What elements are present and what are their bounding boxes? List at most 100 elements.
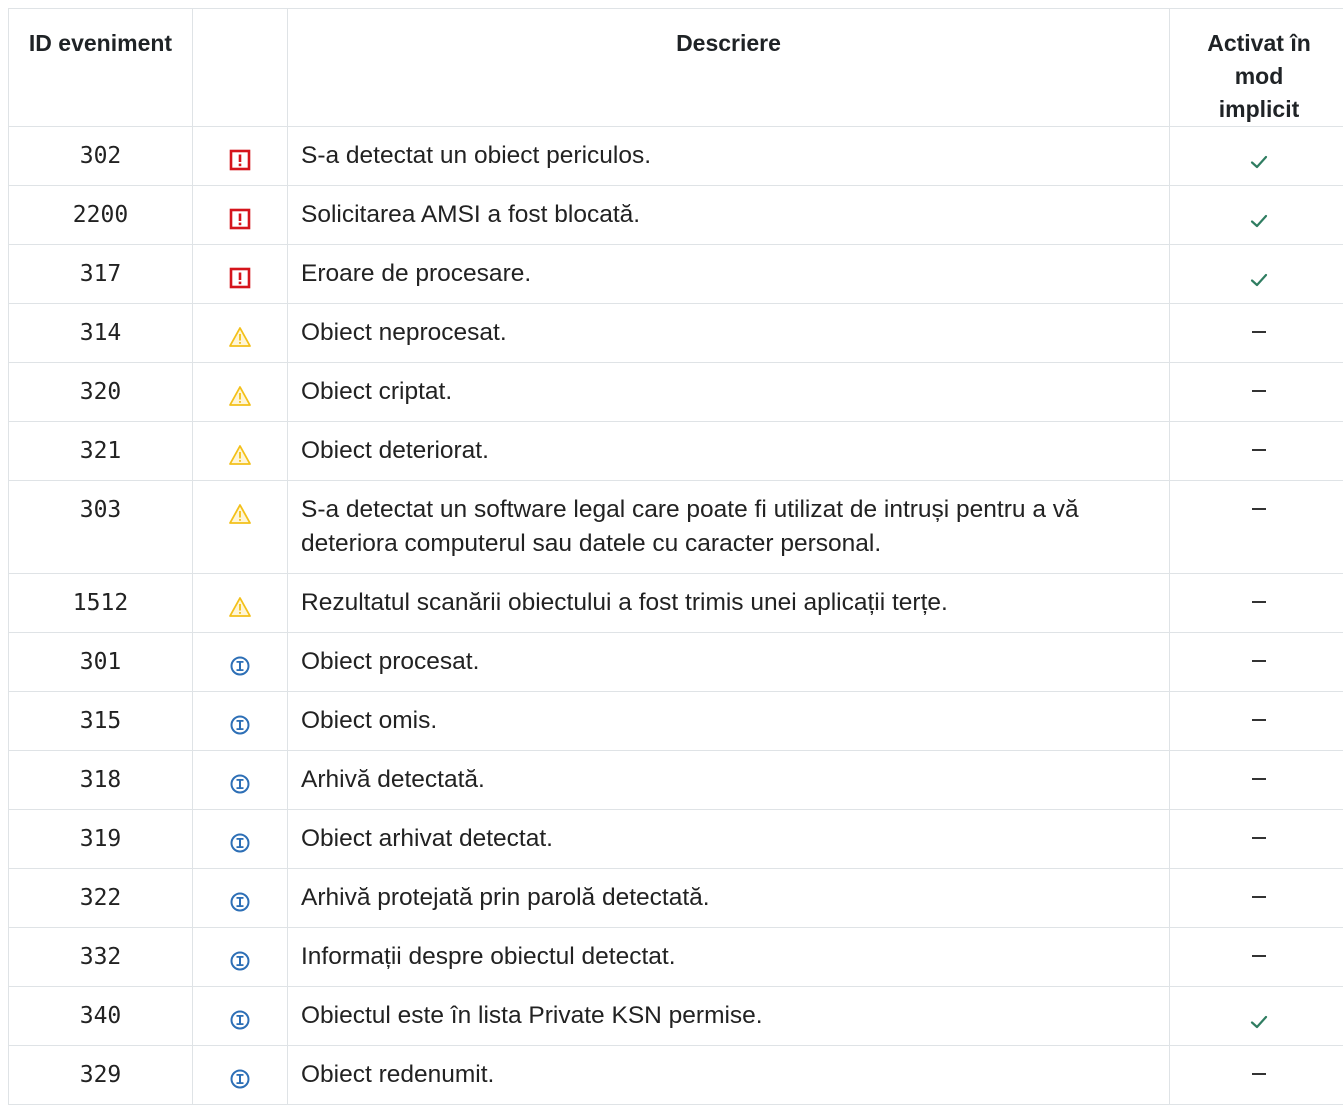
header-description: Descriere [288, 9, 1170, 127]
dash-icon [1252, 955, 1266, 957]
event-id-cell: 315 [9, 692, 193, 751]
checkmark-icon [1249, 154, 1269, 170]
event-id-cell: 318 [9, 751, 193, 810]
enabled-default-cell [1170, 363, 1343, 422]
enabled-default-cell [1170, 928, 1343, 987]
severity-cell [193, 928, 288, 987]
severity-cell [193, 1046, 288, 1105]
checkmark-icon [1249, 1014, 1269, 1030]
event-id-cell: 321 [9, 422, 193, 481]
warning-icon [228, 502, 252, 526]
description-cell: Solicitarea AMSI a fost blocată. [288, 186, 1170, 245]
description-cell: S-a detectat un software legal care poat… [288, 481, 1170, 574]
table-row: 303 S-a detectat un software legal care p… [9, 481, 1343, 574]
enabled-default-cell [1170, 633, 1343, 692]
dash-icon [1252, 601, 1266, 603]
description-cell: Obiect arhivat detectat. [288, 810, 1170, 869]
table-row: 329 Obiect redenumit. [9, 1046, 1343, 1105]
description-cell: Obiect criptat. [288, 363, 1170, 422]
table-row: 314 Obiect neprocesat. [9, 304, 1343, 363]
enabled-default-cell [1170, 692, 1343, 751]
table-row: 302S-a detectat un obiect periculos. [9, 127, 1343, 186]
table-row: 319 Obiect arhivat detectat. [9, 810, 1343, 869]
header-icon [193, 9, 288, 127]
table-row: 315Obiect omis. [9, 692, 1343, 751]
critical-icon [228, 266, 252, 290]
event-id-cell: 2200 [9, 186, 193, 245]
table-row: 332Informații despre obiectul detectat. [9, 928, 1343, 987]
severity-cell [193, 751, 288, 810]
info-icon [228, 713, 252, 737]
dash-icon [1252, 778, 1266, 780]
info-icon [228, 890, 252, 914]
dash-icon [1252, 508, 1266, 510]
event-id-cell: 301 [9, 633, 193, 692]
severity-cell [193, 127, 288, 186]
info-icon [228, 831, 252, 855]
dash-icon [1252, 837, 1266, 839]
warning-icon [228, 384, 252, 408]
description-cell: Arhivă protejată prin parolă detectată. [288, 869, 1170, 928]
dash-icon [1252, 660, 1266, 662]
severity-cell [193, 363, 288, 422]
description-cell: Obiect neprocesat. [288, 304, 1170, 363]
info-icon [228, 1067, 252, 1091]
table-row: 1512Rezultatul scanării obiectului a fos… [9, 574, 1343, 633]
event-id-cell: 1512 [9, 574, 193, 633]
description-cell: Arhivă detectată. [288, 751, 1170, 810]
severity-cell [193, 574, 288, 633]
warning-icon [228, 325, 252, 349]
event-id-cell: 329 [9, 1046, 193, 1105]
enabled-default-cell [1170, 245, 1343, 304]
checkmark-icon [1249, 272, 1269, 288]
info-icon [228, 949, 252, 973]
enabled-default-cell [1170, 1046, 1343, 1105]
table-header: ID eveniment Descriere Activat în mod im… [9, 9, 1343, 127]
table-row: 318 Arhivă detectată. [9, 751, 1343, 810]
description-cell: Informații despre obiectul detectat. [288, 928, 1170, 987]
table-row: 320 Obiect criptat. [9, 363, 1343, 422]
dash-icon [1252, 390, 1266, 392]
severity-cell [193, 245, 288, 304]
severity-cell [193, 481, 288, 574]
event-id-cell: 314 [9, 304, 193, 363]
header-event-id-label: ID eveniment [26, 27, 176, 60]
description-cell: Obiect redenumit. [288, 1046, 1170, 1105]
enabled-default-cell [1170, 574, 1343, 633]
event-id-cell: 319 [9, 810, 193, 869]
dash-icon [1252, 896, 1266, 898]
description-cell: Obiect deteriorat. [288, 422, 1170, 481]
severity-cell [193, 692, 288, 751]
enabled-default-cell [1170, 751, 1343, 810]
severity-cell [193, 633, 288, 692]
table-row: 322Arhivă protejată prin parolă detectat… [9, 869, 1343, 928]
warning-icon [228, 595, 252, 619]
event-id-cell: 317 [9, 245, 193, 304]
event-id-cell: 303 [9, 481, 193, 574]
description-cell: Obiect procesat. [288, 633, 1170, 692]
info-icon [228, 1008, 252, 1032]
header-enabled-default: Activat în mod implicit [1170, 9, 1343, 127]
table-row: 321 Obiect deteriorat. [9, 422, 1343, 481]
dash-icon [1252, 719, 1266, 721]
severity-cell [193, 987, 288, 1046]
severity-cell [193, 422, 288, 481]
event-id-cell: 320 [9, 363, 193, 422]
enabled-default-cell [1170, 186, 1343, 245]
description-cell: Eroare de procesare. [288, 245, 1170, 304]
description-cell: Obiectul este în lista Private KSN permi… [288, 987, 1170, 1046]
dash-icon [1252, 331, 1266, 333]
severity-cell [193, 810, 288, 869]
table-row: 301 Obiect procesat. [9, 633, 1343, 692]
info-icon [228, 772, 252, 796]
info-icon [228, 654, 252, 678]
critical-icon [228, 207, 252, 231]
enabled-default-cell [1170, 987, 1343, 1046]
enabled-default-cell [1170, 127, 1343, 186]
warning-icon [228, 443, 252, 467]
events-table: ID eveniment Descriere Activat în mod im… [8, 8, 1343, 1105]
enabled-default-cell [1170, 304, 1343, 363]
enabled-default-cell [1170, 810, 1343, 869]
severity-cell [193, 304, 288, 363]
severity-cell [193, 186, 288, 245]
